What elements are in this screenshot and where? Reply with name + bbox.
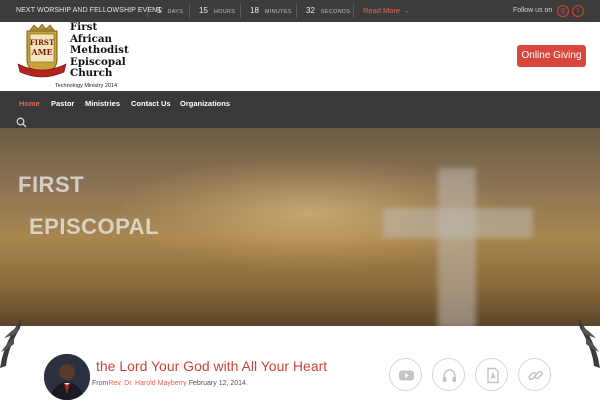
divider: [240, 4, 241, 18]
countdown-seconds-unit: SECONDS: [320, 9, 351, 15]
divider: [353, 4, 354, 18]
pdf-icon[interactable]: [475, 358, 508, 391]
nav-item-organizations[interactable]: Organizations: [180, 99, 230, 108]
tagline: Technology Ministry 2014: [55, 83, 118, 89]
search-icon[interactable]: [16, 115, 27, 128]
cross-image-bar: [383, 208, 533, 238]
countdown-hours-value: 15: [199, 6, 208, 15]
read-more-link[interactable]: Read More →: [363, 6, 410, 15]
google-plus-icon[interactable]: g: [557, 5, 569, 17]
countdown-hours: 15 HOURS: [199, 6, 235, 15]
church-name-line: Church: [70, 67, 113, 79]
sermon-date: February 12, 2014.: [188, 380, 248, 387]
church-name-line: First: [70, 21, 98, 33]
site-header: FIRST AME First African Methodist Episco…: [0, 21, 600, 91]
sermon-meta: FromRev. Dr. Harold Mayberry February 12…: [92, 380, 248, 387]
countdown-minutes-unit: MINUTES: [264, 9, 292, 15]
headphones-icon[interactable]: [432, 358, 465, 391]
from-label: From: [92, 380, 109, 387]
author-link[interactable]: Rev. Dr. Harold Mayberry: [108, 380, 186, 387]
church-name-line: Methodist: [70, 44, 129, 56]
countdown-minutes-value: 18: [250, 6, 259, 15]
countdown-minutes: 18 MINUTES: [250, 6, 292, 15]
nav-item-contact-us[interactable]: Contact Us: [131, 99, 171, 108]
youtube-icon[interactable]: [389, 358, 422, 391]
countdown-days-unit: DAYS: [167, 9, 184, 15]
event-label: NEXT WORSHIP AND FELLOWSHIP EVENT:: [16, 7, 163, 14]
sermon-title[interactable]: the Lord Your God with All Your Heart: [96, 358, 327, 374]
follow-us-label: Follow us on: [513, 7, 553, 14]
divider: [189, 4, 190, 18]
link-icon[interactable]: [518, 358, 551, 391]
leaf-ornament-right-icon: [574, 318, 600, 368]
twitter-icon[interactable]: t: [572, 5, 584, 17]
hero-title-line1: FIRST: [18, 172, 85, 197]
nav-item-pastor[interactable]: Pastor: [51, 99, 74, 108]
pastor-avatar: [42, 352, 92, 402]
countdown-days: 5 DAYS: [157, 6, 183, 15]
leaf-ornament-left-icon: [0, 318, 26, 368]
nav-item-ministries[interactable]: Ministries: [85, 99, 120, 108]
divider: [296, 4, 297, 18]
nav-item-home[interactable]: Home: [19, 99, 40, 108]
cross-image: [438, 168, 476, 326]
hero-title-line2: EPISCOPAL: [29, 214, 160, 239]
church-logo[interactable]: FIRST AME: [16, 23, 68, 82]
logo-text-first: FIRST: [30, 38, 55, 47]
main-nav: Home Pastor Ministries Contact Us Organi…: [0, 91, 600, 128]
online-giving-button[interactable]: Online Giving: [517, 45, 586, 67]
countdown-bar: NEXT WORSHIP AND FELLOWSHIP EVENT: 5 DAYS…: [0, 0, 600, 22]
countdown-days-value: 5: [157, 6, 162, 15]
church-name: First African Methodist Episcopal Church: [70, 21, 150, 80]
hero-banner: FIRST EPISCOPAL: [0, 128, 600, 326]
divider: [147, 4, 148, 18]
countdown-seconds: 32 SECONDS: [306, 6, 350, 15]
countdown-hours-unit: HOURS: [213, 9, 236, 15]
logo-text-ame: AME: [30, 47, 52, 57]
countdown-seconds-value: 32: [306, 6, 315, 15]
